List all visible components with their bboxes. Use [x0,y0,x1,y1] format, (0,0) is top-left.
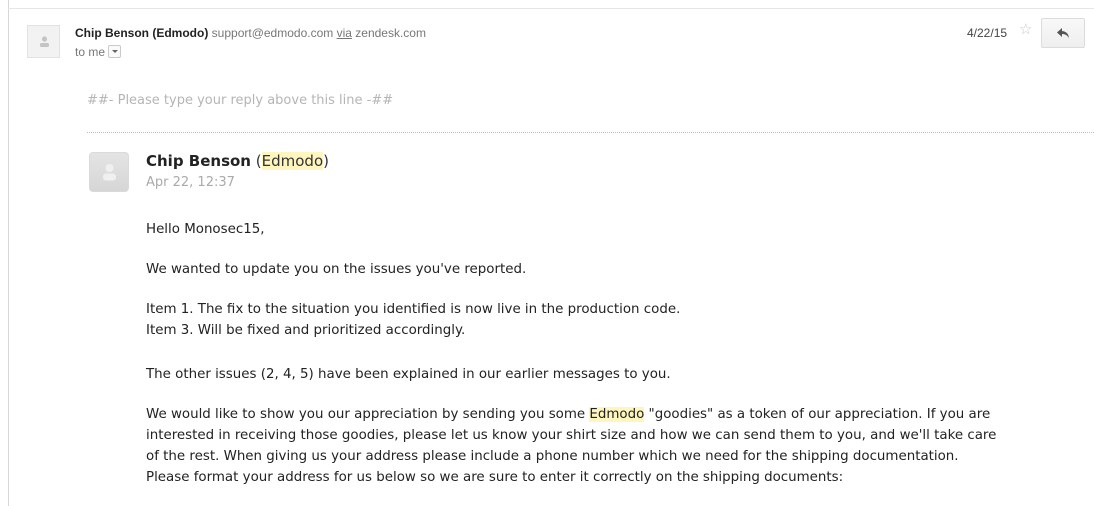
paragraph-4-line-1: We would like to show you our appreciati… [146,407,991,422]
person-icon [103,164,116,181]
dotted-divider [87,132,1094,133]
via-link[interactable]: via [337,26,352,40]
reply-button[interactable] [1041,18,1085,48]
author-org: (Edmodo) [255,152,329,170]
message-timestamp: Apr 22, 12:37 [146,175,235,190]
paragraph-3: The other issues (2, 4, 5) have been exp… [146,367,671,382]
person-icon [40,36,49,47]
star-icon[interactable]: ☆ [1019,22,1032,37]
highlighted-term: Edmodo [261,152,324,170]
reply-arrow-icon [1057,28,1069,38]
to-label: to me [75,45,106,59]
chevron-down-icon[interactable] [108,45,122,58]
sender-line: Chip Benson (Edmodo) support@edmodo.com … [75,26,426,40]
header-divider [8,8,1094,9]
recipient-line: to me [75,45,122,59]
author-name: Chip Benson [146,152,251,170]
sender-email: support@edmodo.com [211,26,334,40]
paragraph-4-line-4: Please format your address for us below … [146,470,844,485]
sender-name[interactable]: Chip Benson (Edmodo) [75,26,208,40]
paragraph-4-line-3: of the rest. When giving us your address… [146,449,959,464]
email-date: 4/22/15 [967,26,1008,40]
message-author-avatar [89,152,129,192]
message-author: Chip Benson (Edmodo) [146,152,329,170]
highlighted-term: Edmodo [589,407,645,422]
item-3: Item 3. Will be fixed and prioritized ac… [146,323,466,338]
sender-avatar[interactable] [27,25,60,58]
reply-marker-text: ##- Please type your reply above this li… [87,93,394,108]
via-domain: zendesk.com [355,26,426,40]
left-border [8,0,9,506]
paragraph-1: We wanted to update you on the issues yo… [146,262,527,277]
item-1: Item 1. The fix to the situation you ide… [146,302,681,317]
greeting: Hello Monosec15, [146,222,265,237]
paragraph-4-line-2: interested in receiving those goodies, p… [146,428,997,443]
